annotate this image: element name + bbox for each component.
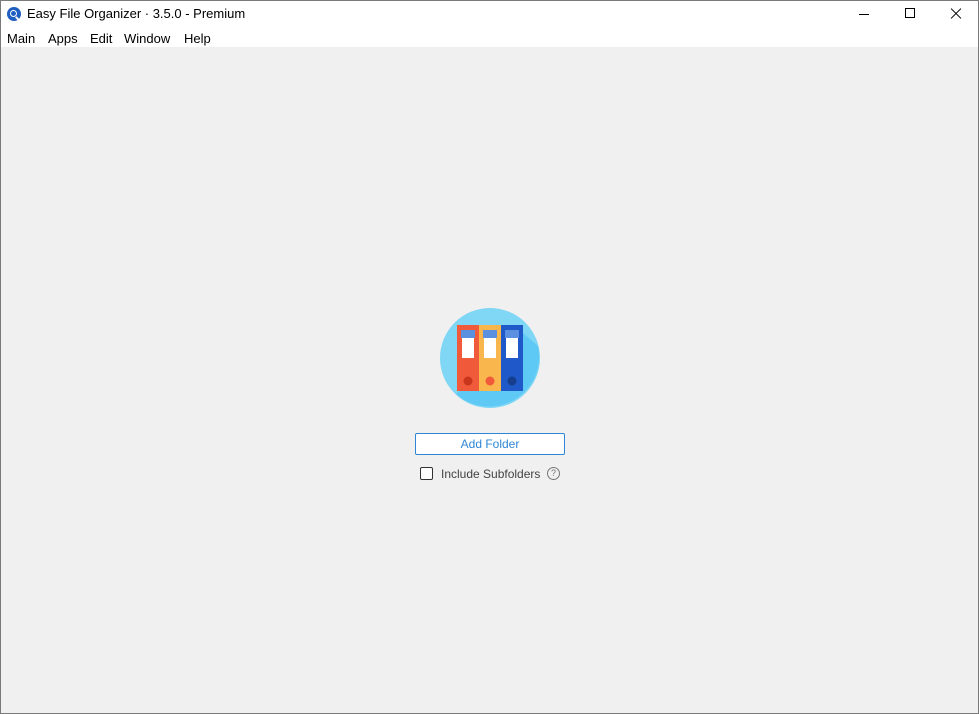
include-subfolders-label[interactable]: Include Subfolders [441,467,540,481]
binder-blue-ring [507,376,517,386]
maximize-button[interactable] [887,1,933,27]
menu-apps[interactable]: Apps [48,31,78,46]
magnifier-icon [7,7,21,21]
minimize-button[interactable] [841,1,887,27]
window-title: Easy File Organizer · 3.5.0 - Premium [27,6,246,21]
add-folder-button[interactable]: Add Folder [415,433,565,455]
app-window: Easy File Organizer · 3.5.0 - Premium Ma… [0,0,979,714]
binder-red-ring [463,376,473,386]
close-icon [950,8,962,20]
binder-red-tab [461,330,475,338]
binder-blue-tab [505,330,519,338]
menu-main[interactable]: Main [7,31,35,46]
title-bar[interactable]: Easy File Organizer · 3.5.0 - Premium [1,1,978,27]
include-subfolders-checkbox[interactable] [420,467,433,480]
menu-help[interactable]: Help [184,31,211,46]
menu-window[interactable]: Window [124,31,170,46]
binder-blue-label [506,338,518,358]
binder-red-label [462,338,474,358]
menu-bar: Main Apps Edit Window Help [1,27,978,47]
binder-yellow-label [484,338,496,358]
binder-yellow-ring [485,376,495,386]
question-circle-icon[interactable]: ? [547,467,560,480]
binders-icon [440,308,540,408]
menu-edit[interactable]: Edit [90,31,112,46]
binder-yellow-tab [483,330,497,338]
close-button[interactable] [933,1,978,27]
minimize-icon [859,14,869,15]
maximize-icon [905,8,915,18]
main-content: Add Folder Include Subfolders ? [1,47,978,713]
